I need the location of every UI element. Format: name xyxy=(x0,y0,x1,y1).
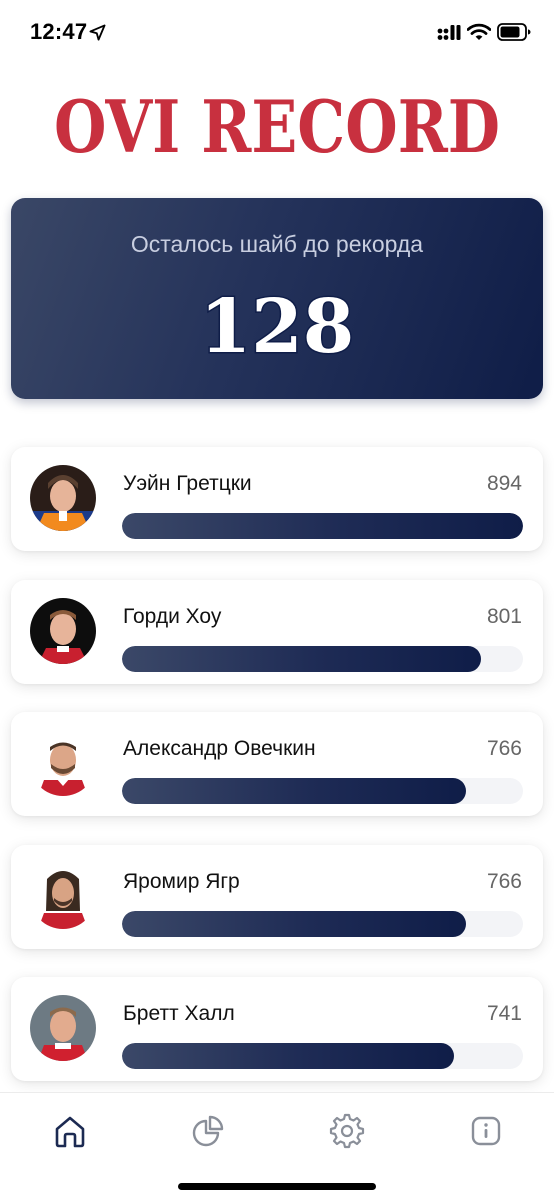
player-name: Уэйн Гретцки xyxy=(123,472,252,495)
player-name: Яромир Ягр xyxy=(123,869,240,893)
player-progress-fill xyxy=(122,1043,455,1069)
app-title: OVI RECORD xyxy=(54,88,500,168)
home-indicator xyxy=(178,1183,376,1190)
player-progress-track xyxy=(122,778,523,804)
player-card[interactable]: Уэйн Гретцки 894 xyxy=(11,447,543,551)
player-goals: 741 xyxy=(486,1002,522,1025)
player-card[interactable]: Бретт Халл 741 xyxy=(11,977,543,1081)
player-photo-hull xyxy=(30,995,96,1061)
player-name: Александр Овечкин xyxy=(123,737,316,760)
player-progress-fill xyxy=(122,910,466,937)
player-card[interactable]: Яромир Ягр 766 xyxy=(11,844,543,949)
player-progress-fill xyxy=(122,513,523,539)
tab-info[interactable] xyxy=(464,1109,508,1153)
location-arrow-icon xyxy=(89,24,106,41)
info-icon xyxy=(471,1116,501,1146)
pie-chart-icon xyxy=(192,1115,224,1147)
player-photo-ovechkin xyxy=(30,730,96,796)
gear-icon xyxy=(329,1113,365,1149)
tab-statistics[interactable] xyxy=(186,1109,230,1153)
tab-bar xyxy=(0,1092,554,1201)
player-photo-jagr xyxy=(30,862,96,929)
goals-remaining-value: 128 xyxy=(200,286,354,366)
cellular-signal-icon xyxy=(437,25,461,40)
player-progress-fill xyxy=(122,778,466,804)
player-goals: 894 xyxy=(486,472,522,495)
battery-icon xyxy=(497,23,531,41)
player-progress-track xyxy=(122,645,523,672)
player-progress-track xyxy=(122,513,523,539)
player-goals: 801 xyxy=(486,604,522,628)
player-card[interactable]: Александр Овечкин 766 xyxy=(11,712,543,816)
tab-home[interactable] xyxy=(48,1109,92,1153)
player-progress-track xyxy=(122,1043,523,1069)
player-goals: 766 xyxy=(486,737,522,760)
goals-remaining-value-wrapper: 128 xyxy=(11,286,543,366)
status-time: 12:47 xyxy=(30,19,88,44)
player-photo-gretzky xyxy=(30,465,96,531)
status-bar: 12:47 xyxy=(0,0,554,66)
home-icon xyxy=(55,1116,85,1148)
player-list: Уэйн Гретцки 894 Горди Хоу 801 Александр… xyxy=(11,447,543,1110)
player-goals: 766 xyxy=(486,869,522,893)
player-name: Бретт Халл xyxy=(123,1002,235,1025)
player-photo-howe xyxy=(30,597,96,664)
player-name: Горди Хоу xyxy=(123,604,222,628)
player-card[interactable]: Горди Хоу 801 xyxy=(11,579,543,684)
player-progress-fill xyxy=(122,645,482,672)
app-logo: OVI RECORD xyxy=(0,88,554,168)
goals-remaining-label: Осталось шайб до рекорда xyxy=(130,231,424,257)
tab-settings[interactable] xyxy=(325,1109,369,1153)
player-progress-track xyxy=(122,910,523,937)
wifi-icon xyxy=(467,23,491,40)
app-logo-wordmark: OVI RECORD xyxy=(53,88,501,168)
goals-remaining-card: Осталось шайб до рекорда 128 xyxy=(11,198,543,399)
